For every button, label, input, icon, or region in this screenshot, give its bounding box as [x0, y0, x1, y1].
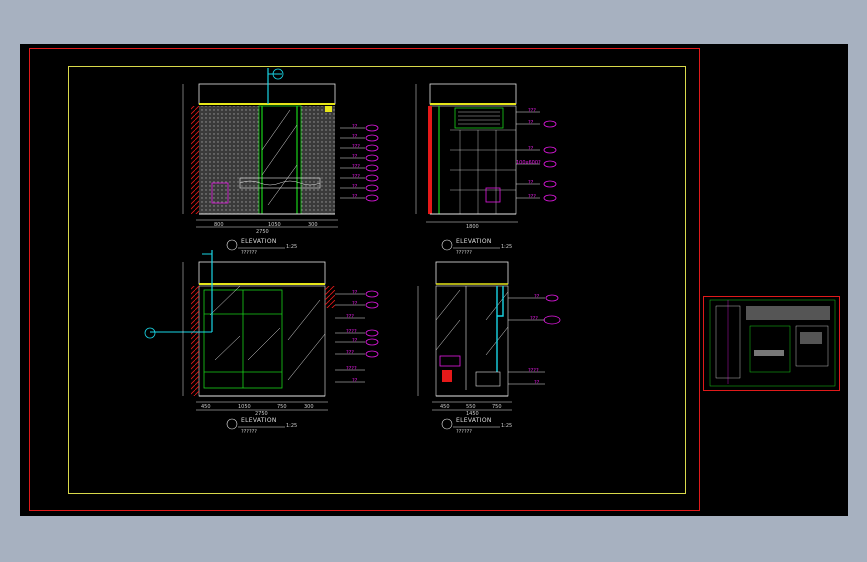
dim-label: 450 [201, 404, 211, 410]
callout-label: ?? [534, 294, 540, 300]
callout-label: ?? [352, 184, 358, 190]
elevation-3-subtitle: ?????? [241, 429, 257, 435]
elevation-4-title: ELEVATION [456, 417, 492, 424]
callout-label: 100x600? [516, 160, 541, 166]
elevation-2-scale: 1:25 [501, 244, 513, 250]
dim-label: 800 [214, 222, 224, 228]
elevation-1-scale: 1:25 [286, 244, 298, 250]
callout-label: ??? [530, 316, 538, 322]
callout-label: ?? [352, 378, 358, 384]
callout-label: ???? [346, 366, 357, 372]
elevation-2-subtitle: ?????? [456, 250, 472, 256]
dim-label: 1050 [268, 222, 281, 228]
elevation-4 [417, 261, 561, 411]
dim-label: 1450 [466, 411, 479, 417]
dim-label: 1800 [466, 224, 479, 230]
callout-label: ??? [352, 164, 360, 170]
dim-label: 1050 [238, 404, 251, 410]
dim-label: 550 [466, 404, 476, 410]
callout-label: ???? [528, 368, 539, 374]
callout-label: ?? [528, 146, 534, 152]
elevation-3-scale: 1:25 [286, 423, 298, 429]
callout-label: ?? [352, 134, 358, 140]
callout-label: ?? [528, 120, 534, 126]
elevation-1-subtitle: ?????? [241, 250, 257, 256]
dim-label: 2750 [255, 411, 268, 417]
elevation-2-title: ELEVATION [456, 238, 492, 245]
dim-label: 750 [492, 404, 502, 410]
elevation-4-subtitle: ?????? [456, 429, 472, 435]
elevation-3 [144, 250, 379, 411]
dim-label: 750 [277, 404, 287, 410]
dim-label: 450 [440, 404, 450, 410]
elevation-2 [415, 83, 557, 223]
cad-drawing [144, 68, 836, 430]
callout-label: ??? [528, 108, 536, 114]
elevation-1-title: ELEVATION [241, 238, 277, 245]
callout-label: ??? [346, 314, 354, 320]
dim-label: 2750 [256, 229, 269, 235]
elevation-3-title: ELEVATION [241, 417, 277, 424]
callout-label: ?? [528, 180, 534, 186]
dim-label: 300 [308, 222, 318, 228]
elevation-1 [182, 68, 379, 228]
callout-label: ?? [352, 301, 358, 307]
elevation-4-scale: 1:25 [501, 423, 513, 429]
callout-label: ??? [346, 350, 354, 356]
callout-label: ?? [352, 154, 358, 160]
dim-label: 300 [304, 404, 314, 410]
callout-label: ?? [352, 338, 358, 344]
callout-label: ?? [352, 194, 358, 200]
callout-label: ?? [352, 124, 358, 130]
callout-label: ??? [352, 144, 360, 150]
callout-label: ???? [346, 329, 357, 335]
callout-label: ?? [534, 380, 540, 386]
thumbnail-drawing [709, 299, 836, 387]
callout-label: ??? [528, 194, 536, 200]
callout-label: ?? [352, 290, 358, 296]
callout-label: ??? [352, 174, 360, 180]
